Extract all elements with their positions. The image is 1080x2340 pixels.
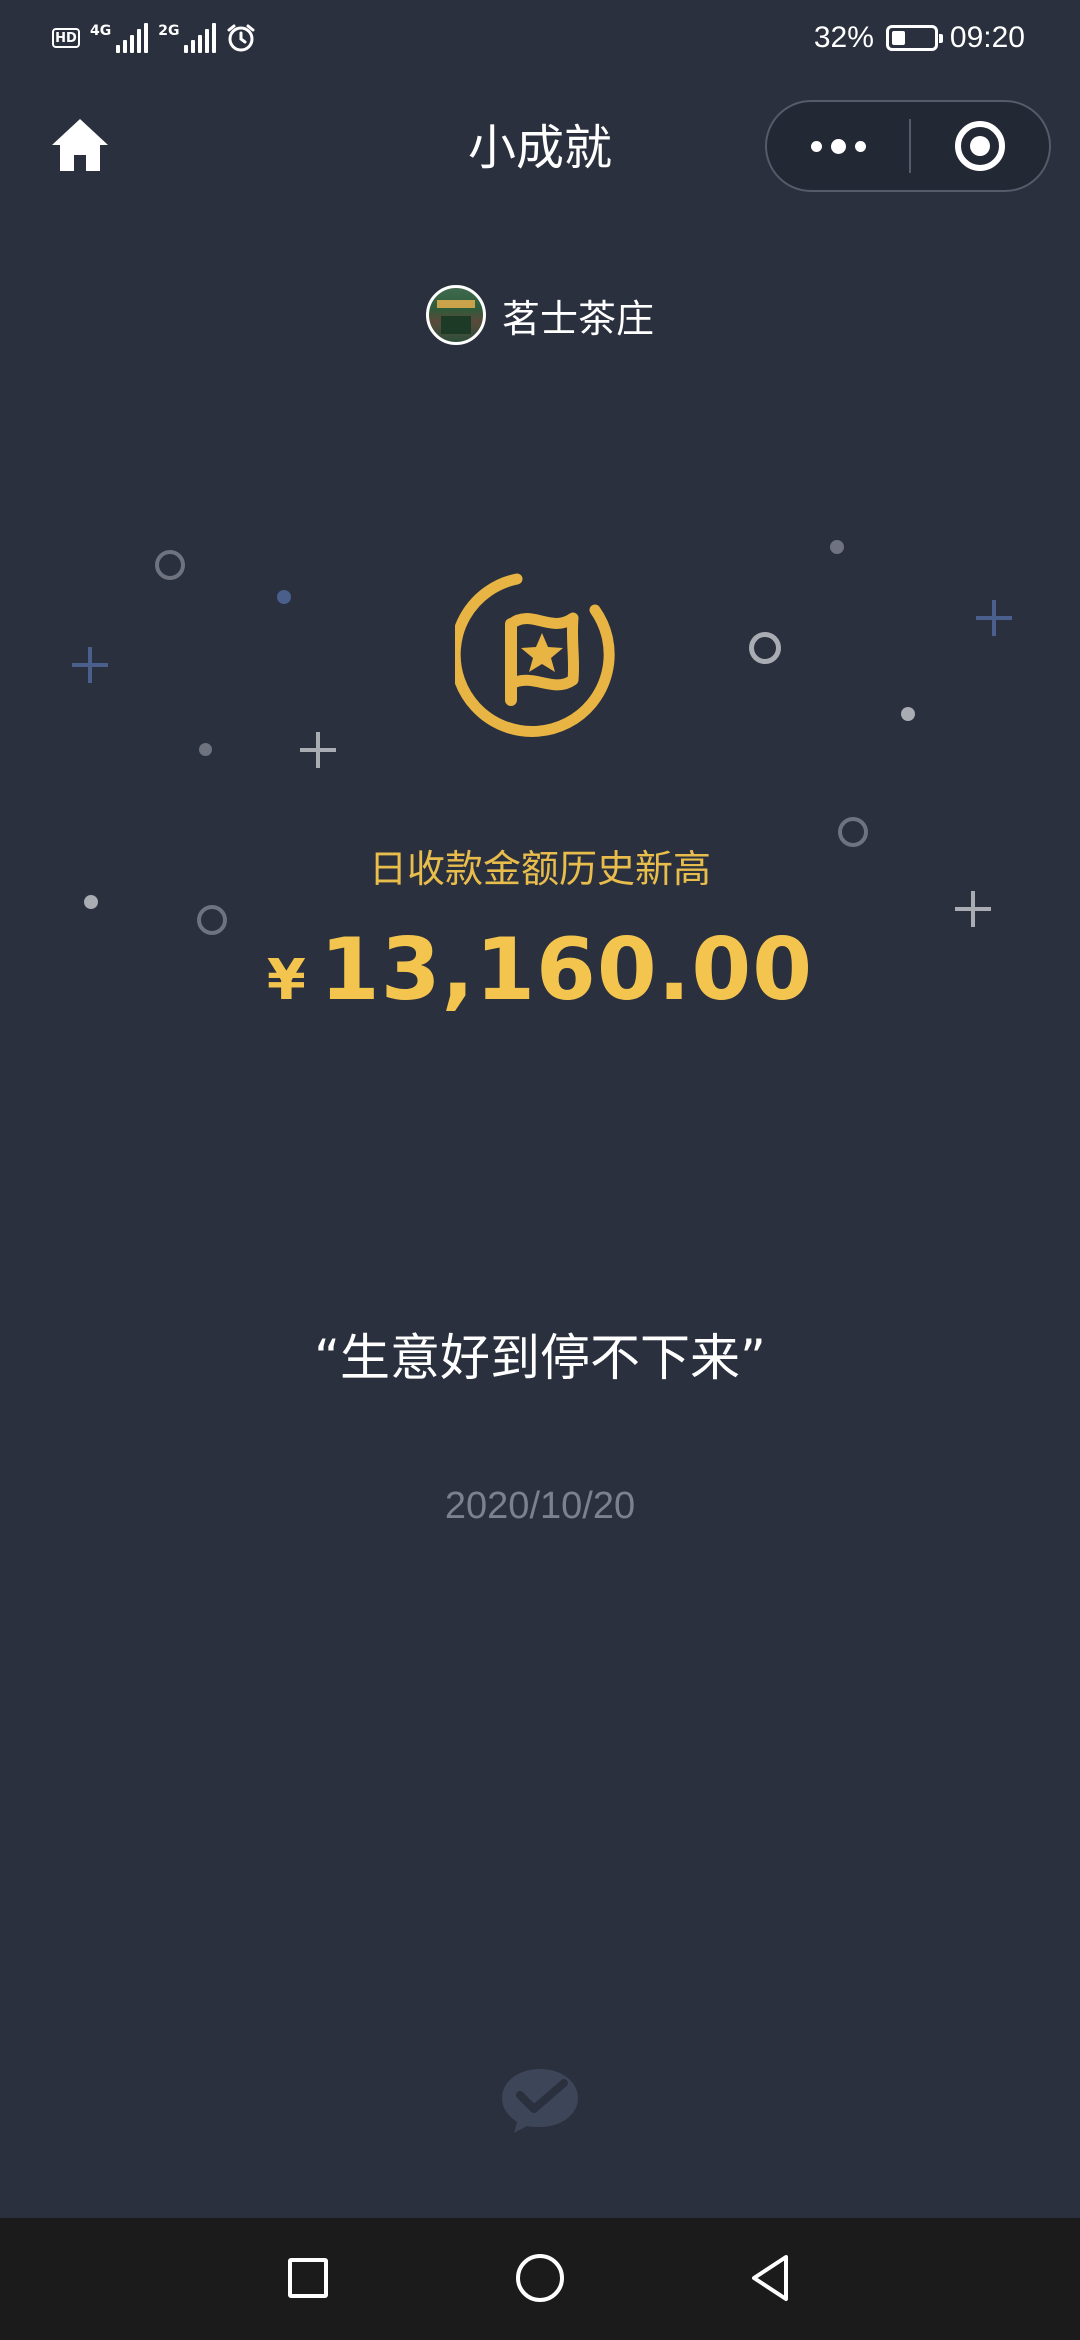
- clock: 09:20: [949, 21, 1025, 54]
- mini-program-capsule: [765, 100, 1051, 192]
- decoration-ring: [749, 632, 781, 664]
- alarm-icon: [227, 24, 255, 52]
- achievement-title: 日收款金额历史新高: [368, 847, 711, 891]
- currency-symbol: ¥: [266, 948, 306, 1013]
- recent-apps-button[interactable]: [273, 2243, 343, 2313]
- back-icon: [752, 2255, 788, 2301]
- battery-icon: [885, 25, 943, 51]
- system-home-button[interactable]: [505, 2243, 575, 2313]
- status-bar: HD 4G 2G 32% 09:20: [0, 0, 1080, 80]
- store-header: 茗士茶庄: [0, 285, 1080, 345]
- status-icons-right: 32% 09:20: [814, 18, 1025, 58]
- quote: “生意好到停不下来”: [314, 1329, 766, 1387]
- decoration-ring: [155, 550, 185, 580]
- status-icons-left: HD 4G 2G: [52, 18, 256, 58]
- battery-percent: 32%: [813, 21, 874, 54]
- battery-fill: [891, 31, 905, 45]
- home-circle-icon: [516, 2254, 564, 2302]
- achievement-date: 2020/10/20: [444, 1485, 636, 1527]
- network-label: 4G: [90, 23, 112, 39]
- decoration-dot: [277, 590, 291, 604]
- target-icon: [955, 121, 1005, 171]
- store-name: 茗士茶庄: [501, 296, 654, 341]
- decoration-dot: [199, 743, 212, 756]
- close-button[interactable]: [911, 102, 1049, 190]
- amount: ¥ 13,160.00: [0, 920, 1080, 1020]
- decoration-plus: [72, 647, 108, 683]
- back-button[interactable]: [735, 2243, 805, 2313]
- more-button[interactable]: [767, 102, 909, 190]
- decoration-plus: [300, 732, 336, 768]
- store-avatar: [425, 285, 486, 345]
- signal-icon: 2G: [158, 23, 217, 53]
- network-label: 2G: [158, 23, 180, 39]
- decoration-dot: [830, 540, 844, 554]
- hd-icon: HD: [52, 28, 80, 48]
- decoration-dot: [901, 707, 915, 721]
- wechat-pay-logo-icon: [502, 2069, 578, 2133]
- amount-value: 13,160.00: [319, 920, 814, 1020]
- flag-star-badge-icon: [455, 573, 615, 737]
- more-dots-icon-right: [854, 140, 866, 152]
- decoration-dot: [84, 895, 98, 909]
- more-dots-icon: [810, 140, 822, 152]
- decoration-plus: [976, 600, 1012, 636]
- more-dots-icon-center: [830, 138, 846, 154]
- recent-apps-icon: [288, 2258, 328, 2298]
- signal-icon: 4G: [90, 23, 149, 53]
